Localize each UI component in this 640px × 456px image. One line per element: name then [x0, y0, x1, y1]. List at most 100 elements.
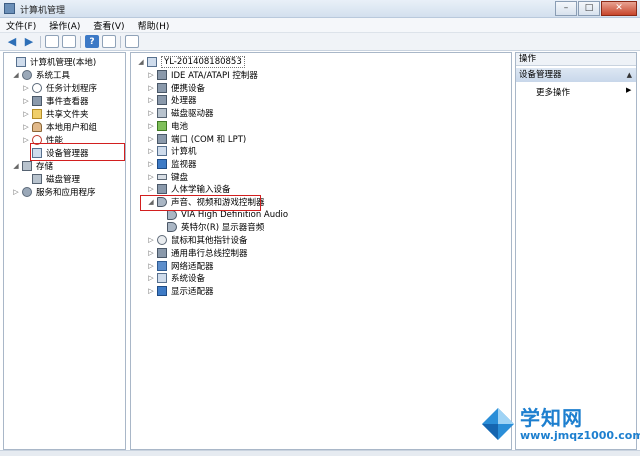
actions-section-device-manager[interactable]: 设备管理器 ▲: [516, 68, 636, 82]
device-category-item[interactable]: ▷ 处理器: [147, 94, 197, 106]
tree-item-disk-management[interactable]: 磁盘管理: [22, 173, 80, 185]
watermark: 学知网 www.jmqz1000.com: [480, 402, 640, 448]
device-category-item[interactable]: ▷ 键盘: [147, 171, 188, 183]
back-arrow-icon[interactable]: ◀: [5, 35, 19, 48]
up-folder-icon[interactable]: [45, 35, 59, 48]
processor-icon: [157, 95, 167, 106]
expand-icon[interactable]: ▷: [22, 84, 30, 92]
properties-icon[interactable]: [102, 35, 116, 48]
services-icon: [22, 187, 32, 197]
actions-pane: 操作 设备管理器 ▲ 更多操作 ▶: [515, 52, 637, 450]
network-icon: [157, 260, 167, 271]
expand-icon[interactable]: ▷: [22, 110, 30, 118]
collapse-icon[interactable]: ◢: [12, 71, 20, 79]
battery-icon: [157, 120, 167, 131]
device-category-item[interactable]: ▷ 通用串行总线控制器: [147, 247, 248, 259]
device-category-label: 便携设备: [171, 83, 206, 94]
title-bar: 计算机管理 – □ ✕: [0, 0, 640, 18]
expand-icon[interactable]: ▷: [147, 96, 155, 104]
device-category-item[interactable]: ▷ 便携设备: [147, 82, 205, 94]
device-category-label: 英特尔(R) 显示器音频: [181, 223, 265, 234]
device-category-label: VIA High Definition Audio: [181, 209, 289, 220]
expand-icon[interactable]: ▷: [147, 236, 155, 244]
tree-item-storage[interactable]: ◢ 存储: [12, 160, 53, 172]
minimize-button[interactable]: –: [555, 1, 577, 16]
show-hide-tree-icon[interactable]: [62, 35, 76, 48]
tree-item-system-tools[interactable]: ◢ 系统工具: [12, 69, 70, 81]
expand-icon[interactable]: ▷: [147, 287, 155, 295]
collapse-up-icon[interactable]: ▲: [627, 68, 632, 82]
more-actions-link[interactable]: 更多操作 ▶: [536, 86, 631, 98]
menu-action[interactable]: 操作(A): [49, 19, 80, 32]
device-category-item[interactable]: ▷ 人体学输入设备: [147, 183, 231, 195]
speaker-icon: [167, 209, 177, 220]
expand-icon[interactable]: ▷: [147, 122, 155, 130]
collapse-icon[interactable]: ◢: [12, 162, 20, 170]
expand-icon[interactable]: ▷: [147, 249, 155, 257]
device-tree-root[interactable]: ◢ YL-201408180853: [137, 56, 245, 68]
display-icon: [157, 285, 167, 296]
watermark-name: 学知网: [520, 406, 583, 430]
tree-item-services-applications[interactable]: ▷ 服务和应用程序: [12, 186, 96, 198]
device-category-label: 系统设备: [171, 274, 206, 285]
expand-icon[interactable]: ▷: [147, 135, 155, 143]
window-controls: – □ ✕: [554, 1, 637, 16]
expand-icon[interactable]: ▷: [147, 71, 155, 79]
scan-hardware-icon[interactable]: [125, 35, 139, 48]
menu-view[interactable]: 查看(V): [93, 19, 124, 32]
device-category-item[interactable]: ▷ 监视器: [147, 158, 197, 170]
device-category-label: 人体学输入设备: [171, 185, 231, 196]
expand-icon[interactable]: ▷: [22, 136, 30, 144]
portable-device-icon: [157, 82, 167, 93]
expand-icon[interactable]: ▷: [147, 185, 155, 193]
device-category-item[interactable]: ▷ 电池: [147, 120, 188, 132]
expand-icon[interactable]: ▷: [147, 160, 155, 168]
device-category-item[interactable]: ▷ 显示适配器: [147, 285, 214, 297]
device-category-item[interactable]: 英特尔(R) 显示器音频: [157, 221, 264, 233]
forward-arrow-icon[interactable]: ▶: [22, 35, 36, 48]
expand-icon[interactable]: ▷: [12, 188, 20, 196]
device-category-label: 键盘: [171, 172, 189, 183]
clock-icon: [32, 83, 42, 93]
expand-icon[interactable]: ▷: [22, 123, 30, 131]
device-category-item[interactable]: ▷ 计算机: [147, 145, 197, 157]
toolbar-separator: [80, 35, 81, 48]
expand-icon[interactable]: ▷: [147, 147, 155, 155]
device-category-label: 磁盘驱动器: [171, 109, 214, 120]
device-category-item[interactable]: ▷ 磁盘驱动器: [147, 107, 214, 119]
expand-icon[interactable]: ▷: [22, 97, 30, 105]
collapse-icon[interactable]: ◢: [137, 58, 145, 66]
monitor-icon: [157, 158, 167, 169]
menu-file[interactable]: 文件(F): [6, 19, 36, 32]
expand-icon[interactable]: ▷: [147, 109, 155, 117]
device-category-item[interactable]: ▷ IDE ATA/ATAPI 控制器: [147, 69, 258, 81]
menu-help[interactable]: 帮助(H): [138, 19, 170, 32]
expand-icon[interactable]: ▷: [147, 262, 155, 270]
computer-icon: [16, 57, 26, 67]
close-button[interactable]: ✕: [601, 1, 637, 16]
expand-icon[interactable]: ▷: [147, 84, 155, 92]
system-device-icon: [157, 273, 167, 284]
tree-item-computer-management[interactable]: 计算机管理(本地): [6, 56, 96, 68]
folder-icon: [32, 109, 42, 119]
expand-icon[interactable]: ▷: [147, 173, 155, 181]
tree-item-local-users[interactable]: ▷ 本地用户和组: [22, 121, 97, 133]
navigation-pane: 计算机管理(本地) ◢ 系统工具 ▷ 任务计划程序 ▷ 事件查看器 ▷ 共享文件…: [3, 52, 126, 450]
device-category-label: 计算机: [171, 147, 197, 158]
watermark-logo-icon: [482, 408, 514, 440]
tree-item-task-scheduler[interactable]: ▷ 任务计划程序: [22, 82, 97, 94]
help-icon[interactable]: ?: [85, 35, 99, 48]
device-category-item[interactable]: ▷ 端口 (COM 和 LPT): [147, 133, 246, 145]
storage-icon: [22, 161, 32, 171]
device-category-label: 鼠标和其他指针设备: [171, 236, 248, 247]
tree-item-shared-folders[interactable]: ▷ 共享文件夹: [22, 108, 89, 120]
ide-icon: [157, 70, 167, 80]
expand-icon[interactable]: ▷: [147, 274, 155, 282]
device-category-item[interactable]: ▷ 网络适配器: [147, 260, 214, 272]
actions-title: 操作: [516, 53, 636, 66]
highlight-sound-controllers: [140, 195, 261, 211]
tree-item-event-viewer[interactable]: ▷ 事件查看器: [22, 95, 89, 107]
maximize-button[interactable]: □: [578, 1, 600, 16]
device-category-item[interactable]: ▷ 鼠标和其他指针设备: [147, 234, 248, 246]
device-category-item[interactable]: ▷ 系统设备: [147, 272, 205, 284]
